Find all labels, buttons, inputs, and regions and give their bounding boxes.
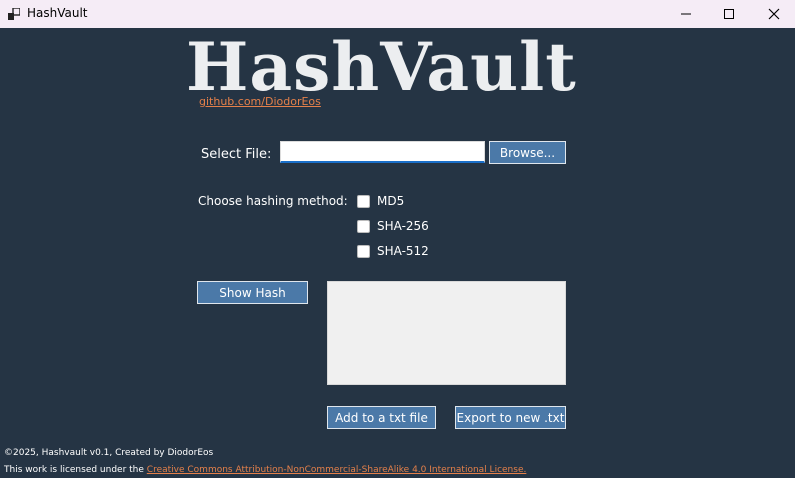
export-txt-button[interactable]: Export to new .txt [455, 406, 566, 429]
sha512-checkbox-box[interactable] [357, 244, 370, 258]
sha256-checkbox-box[interactable] [357, 219, 370, 233]
maximize-button[interactable] [706, 0, 751, 28]
minimize-icon [680, 13, 691, 15]
app-window-icon [8, 8, 20, 20]
sha256-checkbox[interactable]: SHA-256 [357, 219, 429, 233]
show-hash-button[interactable]: Show Hash [197, 281, 308, 304]
app-logo: HashVault [186, 28, 577, 106]
sha512-checkbox[interactable]: SHA-512 [357, 244, 429, 258]
github-link[interactable]: github.com/DiodorEos [199, 95, 321, 108]
md5-checkbox-label: MD5 [377, 194, 405, 208]
close-button[interactable] [751, 0, 795, 28]
window-title: HashVault [27, 6, 88, 20]
footer-credit: ©2025, Hashvault v0.1, Created by Diodor… [4, 448, 214, 458]
main-window-content: HashVault github.com/DiodorEos Select Fi… [0, 28, 795, 478]
maximize-icon [723, 9, 734, 19]
title-bar[interactable]: HashVault [0, 0, 795, 28]
md5-checkbox-box[interactable] [357, 194, 370, 208]
md5-checkbox[interactable]: MD5 [357, 194, 404, 208]
add-to-txt-button[interactable]: Add to a txt file [327, 406, 436, 429]
license-prefix: This work is licensed under the [4, 465, 144, 475]
file-path-input[interactable] [280, 141, 485, 163]
hashing-method-label: Choose hashing method: [198, 194, 348, 208]
hash-output-textarea[interactable] [327, 281, 566, 385]
sha256-checkbox-label: SHA-256 [377, 219, 429, 233]
close-icon [768, 8, 779, 20]
license-link[interactable]: Creative Commons Attribution-NonCommerci… [147, 465, 527, 475]
browse-button[interactable]: Browse... [489, 141, 566, 164]
select-file-label: Select File: [201, 147, 272, 162]
sha512-checkbox-label: SHA-512 [377, 244, 429, 258]
minimize-button[interactable] [663, 0, 708, 28]
footer-license: This work is licensed under the Creative… [4, 465, 526, 475]
